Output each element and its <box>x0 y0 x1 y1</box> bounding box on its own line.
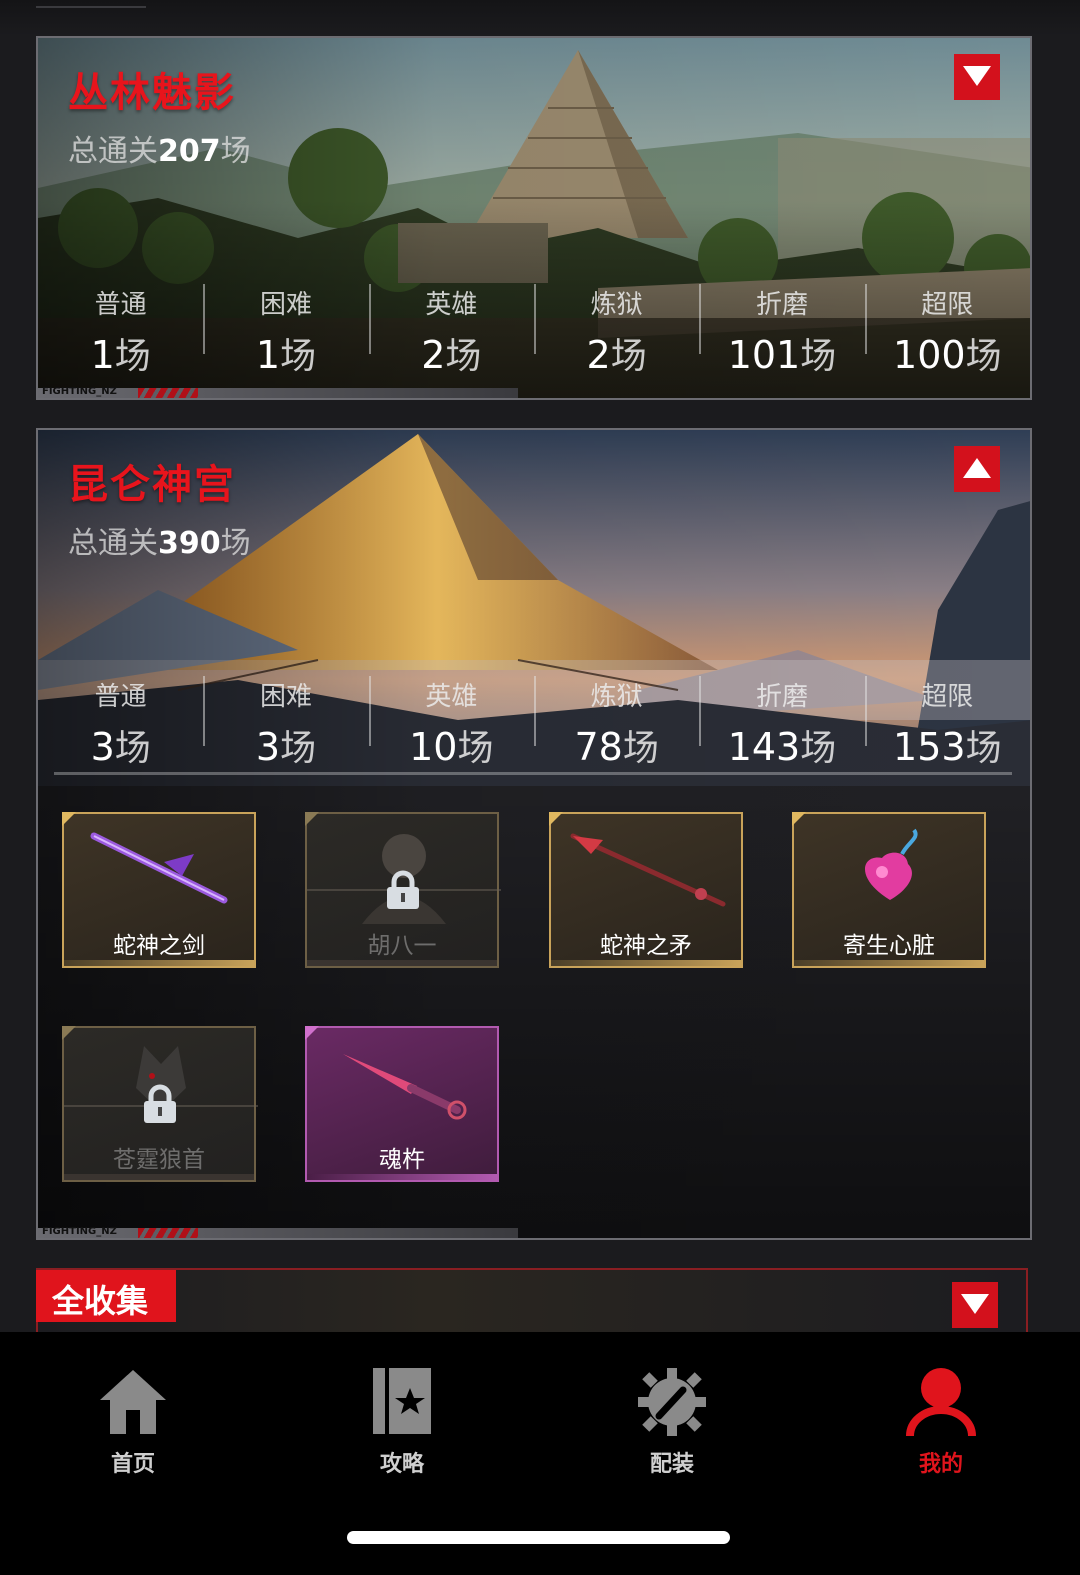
stat-level-name: 英雄 <box>425 682 478 712</box>
tab-profile[interactable]: 我的 <box>861 1362 1021 1482</box>
total-prefix: 总通关 <box>68 526 158 561</box>
stat-level-name: 折磨 <box>755 682 808 712</box>
stat-level-name: 折磨 <box>755 290 808 320</box>
home-indicator[interactable] <box>347 1531 730 1544</box>
reward-card[interactable]: 蛇神之矛 <box>549 812 743 968</box>
stat-level-name: 英雄 <box>425 290 478 320</box>
stat-count: 101场 <box>727 333 837 377</box>
stat-level-name: 困难 <box>259 682 312 712</box>
total-prefix: 总通关 <box>68 134 158 169</box>
stat-level-name: 炼狱 <box>590 290 643 320</box>
total-clears: 总通关390场 <box>68 518 251 562</box>
reward-name: 胡八一 <box>367 933 437 959</box>
reward-card-locked[interactable]: 胡八一 <box>305 812 501 968</box>
tab-label: 首页 <box>110 1452 155 1477</box>
stat-count: 143场 <box>727 725 837 769</box>
reward-grid: 蛇神之剑 胡八一 蛇神之矛 寄生心脏 苍霆狼首 魂杵 <box>62 812 1012 1202</box>
total-unit: 场 <box>220 134 251 169</box>
stat-count: 153场 <box>893 725 1002 769</box>
chevron-down-icon <box>963 66 991 86</box>
expand-toggle-button[interactable] <box>954 54 1000 100</box>
sword-icon <box>90 832 228 904</box>
stat-level-name: 炼狱 <box>590 682 643 712</box>
footer-tag: FIGHTING_NZ <box>38 386 518 398</box>
stat-level-name: 超限 <box>921 682 974 712</box>
stat-count: 2场 <box>586 333 647 377</box>
difficulty-stats: 普通 1场 困难 1场 英雄 2场 炼狱 2场 折磨 101场 超限 100场 <box>38 280 1030 380</box>
total-count: 207 <box>158 134 221 169</box>
reward-card[interactable]: 魂杵 <box>305 1026 499 1182</box>
stat-count: 10场 <box>409 725 494 769</box>
map-title: 丛林魅影 <box>68 70 236 116</box>
total-unit: 场 <box>220 526 251 561</box>
home-icon <box>100 1370 166 1434</box>
chevron-up-icon <box>963 458 991 478</box>
map-card-kunlun[interactable]: 昆仑神宫 总通关390场 普通 3场 困难 3场 英雄 10场 炼狱 78场 折磨 143… <box>36 428 1032 1240</box>
stat-count: 3场 <box>255 725 317 769</box>
dagger-icon <box>343 1054 467 1120</box>
stat-inferno: 炼狱 78场 <box>533 672 699 772</box>
stat-level-name: 普通 <box>94 682 147 712</box>
stat-count: 1场 <box>90 333 151 377</box>
difficulty-stats: 普通 3场 困难 3场 英雄 10场 炼狱 78场 折磨 143场 超限 153场 <box>38 672 1030 772</box>
gear-wrench-icon <box>638 1368 706 1436</box>
collapse-toggle-button[interactable] <box>954 446 1000 492</box>
total-clears: 总通关207场 <box>68 126 251 170</box>
reward-name: 寄生心脏 <box>843 933 935 959</box>
tab-guide[interactable]: 攻略 <box>322 1362 482 1482</box>
stat-extreme: 超限 100场 <box>864 280 1030 380</box>
spear-icon <box>570 833 726 907</box>
lock-icon <box>144 1084 176 1123</box>
map-card-jungle[interactable]: 丛林魅影 总通关207场 普通 1场 困难 1场 英雄 2场 炼狱 2场 折磨 101场 … <box>36 36 1032 400</box>
tab-loadout[interactable]: 配装 <box>592 1362 752 1482</box>
stat-hard: 困难 1场 <box>203 280 368 380</box>
stat-normal: 普通 1场 <box>38 280 203 380</box>
stat-count: 2场 <box>421 333 482 377</box>
heart-icon <box>865 828 918 900</box>
stat-hard: 困难 3场 <box>203 672 368 772</box>
stat-count: 1场 <box>255 333 317 377</box>
expand-toggle-button[interactable] <box>952 1282 998 1328</box>
guide-book-icon <box>373 1368 431 1434</box>
stat-extreme: 超限 153场 <box>864 672 1030 772</box>
stat-hero: 英雄 10场 <box>368 672 534 772</box>
reward-name: 蛇神之矛 <box>600 933 692 959</box>
tab-home[interactable]: 首页 <box>53 1362 213 1482</box>
stat-torment: 折磨 143场 <box>699 672 864 772</box>
stat-torment: 折磨 101场 <box>699 280 864 380</box>
footer-tag: FIGHTING_NZ <box>38 1226 518 1238</box>
stat-count: 100场 <box>893 333 1002 377</box>
stat-count: 3场 <box>90 725 151 769</box>
top-bar <box>0 0 1080 36</box>
reward-name: 蛇神之剑 <box>113 933 205 959</box>
stat-hero: 英雄 2场 <box>368 280 534 380</box>
top-divider <box>36 6 146 8</box>
collection-title: 全收集 <box>52 1282 149 1320</box>
stat-count: 78场 <box>574 725 659 769</box>
stat-level-name: 困难 <box>259 290 312 320</box>
profile-icon <box>906 1368 976 1437</box>
stat-level-name: 普通 <box>94 290 147 320</box>
reward-name: 魂杵 <box>379 1147 425 1173</box>
reward-name: 苍霆狼首 <box>113 1147 205 1173</box>
tab-label: 配装 <box>649 1452 694 1477</box>
tab-label: 攻略 <box>379 1452 424 1477</box>
reward-card[interactable]: 蛇神之剑 <box>62 812 256 968</box>
chevron-down-icon <box>961 1294 989 1314</box>
stat-level-name: 超限 <box>921 290 974 320</box>
map-title: 昆仑神宫 <box>68 462 236 508</box>
total-count: 390 <box>158 526 221 561</box>
lock-icon <box>387 870 419 909</box>
tab-label: 我的 <box>918 1452 963 1477</box>
stat-inferno: 炼狱 2场 <box>533 280 699 380</box>
reward-card[interactable]: 寄生心脏 <box>792 812 986 968</box>
reward-card-locked[interactable]: 苍霆狼首 <box>62 1026 258 1182</box>
collection-card[interactable]: 全收集 <box>36 1268 1028 1332</box>
stat-normal: 普通 3场 <box>38 672 203 772</box>
progress-bar <box>54 772 1012 775</box>
